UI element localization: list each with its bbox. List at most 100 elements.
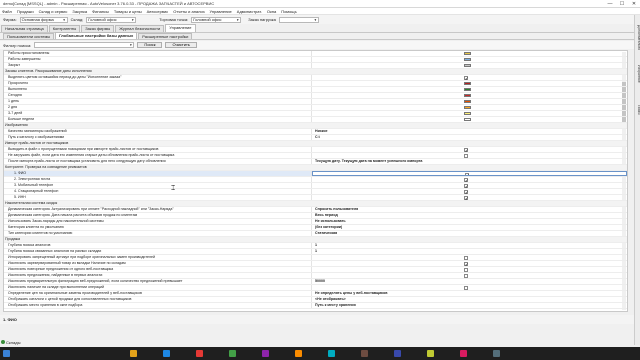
setting-value[interactable]: ✓ — [312, 177, 627, 182]
setting-value[interactable] — [312, 87, 627, 92]
color-swatch[interactable] — [464, 88, 471, 91]
menu-item[interactable]: Управление — [210, 9, 232, 14]
setting-value[interactable]: ✓ — [312, 261, 627, 266]
main-tab[interactable]: Контрагенты — [48, 25, 81, 32]
setting-value[interactable]: Путь к месту хранения — [312, 303, 627, 308]
setting-value[interactable]: Не определять цены у веб-поставщиков — [312, 291, 627, 296]
setting-value[interactable] — [312, 111, 627, 116]
setting-checkbox[interactable] — [464, 153, 468, 158]
setting-value[interactable] — [312, 105, 627, 110]
setting-checkbox[interactable]: ✓ — [465, 172, 469, 175]
point-select[interactable]: Головной офис ▼ — [191, 16, 242, 23]
setting-value[interactable]: 1 — [312, 249, 627, 254]
setting-value[interactable] — [312, 57, 627, 62]
taskbar-app-icon[interactable] — [196, 350, 203, 357]
color-swatch[interactable] — [464, 106, 471, 109]
office-select[interactable]: Головной офис ▼ — [86, 16, 137, 23]
setting-value[interactable]: C:\ — [312, 135, 627, 140]
setting-checkbox[interactable] — [464, 285, 468, 290]
setting-value[interactable] — [312, 117, 627, 122]
main-tab[interactable]: Начальная страница — [1, 25, 48, 32]
color-swatch[interactable] — [464, 118, 471, 121]
settings-tab[interactable]: Расширенные настройки — [138, 33, 193, 39]
setting-checkbox[interactable] — [464, 255, 468, 260]
setting-checkbox[interactable]: ✓ — [464, 189, 468, 194]
settings-row[interactable]: Отображать место хранения в окне подбора… — [4, 303, 627, 309]
filter-input[interactable]: ▼ — [34, 42, 135, 48]
menu-item[interactable]: Администрат. — [237, 9, 262, 14]
taskbar-app-icon[interactable] — [262, 350, 269, 357]
setting-value[interactable]: (без категории) — [312, 225, 627, 230]
menu-item[interactable]: Отчеты и анализ — [173, 9, 204, 14]
setting-checkbox[interactable]: ✓ — [464, 75, 468, 80]
taskbar-app-icon[interactable] — [229, 350, 236, 357]
setting-value[interactable] — [312, 267, 627, 272]
setting-value[interactable]: 50000 — [312, 279, 627, 284]
setting-value[interactable] — [312, 93, 627, 98]
setting-value[interactable] — [312, 51, 627, 56]
setting-checkbox[interactable]: ✓ — [464, 183, 468, 188]
setting-value[interactable]: Спросить пользователя — [312, 207, 627, 212]
taskbar-app-icon[interactable] — [427, 350, 434, 357]
color-swatch[interactable] — [464, 52, 471, 55]
side-panel-tab[interactable]: Дополнительно — [635, 25, 640, 50]
menu-item[interactable]: Помощь — [281, 9, 296, 14]
color-swatch[interactable] — [464, 100, 471, 103]
bottom-tab-warehouses[interactable]: Склады — [1, 339, 20, 345]
taskbar-app-icon[interactable] — [328, 350, 335, 357]
setting-value[interactable]: ✓ — [312, 171, 627, 176]
main-tab[interactable]: Управление — [165, 24, 196, 32]
setting-value[interactable]: Не использовать — [312, 219, 627, 224]
taskbar-app-icon[interactable] — [163, 350, 170, 357]
setting-value[interactable]: Низкое — [312, 129, 627, 134]
main-tab[interactable]: Журнал безопасности — [115, 25, 165, 32]
setting-value[interactable] — [312, 273, 627, 278]
menu-item[interactable]: Файл — [2, 9, 12, 14]
firm-select[interactable]: Основная фирма ▼ — [19, 16, 68, 23]
setting-value[interactable]: ✓ — [312, 147, 627, 152]
setting-checkbox[interactable] — [464, 273, 468, 278]
setting-value[interactable] — [312, 285, 627, 290]
menu-item[interactable]: Склад и сервис — [39, 9, 68, 14]
setting-value[interactable]: 1 — [312, 243, 627, 248]
setting-value[interactable] — [312, 63, 627, 68]
taskbar-app-icon[interactable] — [460, 350, 467, 357]
close-button[interactable]: ✕ — [628, 0, 640, 8]
taskbar-app-icon[interactable] — [295, 350, 302, 357]
setting-value[interactable] — [312, 255, 627, 260]
color-swatch[interactable] — [464, 94, 471, 97]
color-swatch[interactable] — [464, 82, 471, 85]
clear-button[interactable]: Очистить — [165, 42, 197, 48]
settings-tab[interactable]: Пользователи системы — [3, 33, 55, 39]
start-icon[interactable] — [3, 350, 10, 357]
side-panel-tab[interactable]: Избранное — [635, 65, 640, 83]
menu-item[interactable]: Финансы — [92, 9, 109, 14]
taskbar-app-icon[interactable] — [130, 350, 137, 357]
setting-value[interactable] — [312, 153, 627, 158]
setting-checkbox[interactable]: ✓ — [464, 177, 468, 182]
minimize-button[interactable]: — — [604, 0, 616, 8]
maximize-button[interactable]: ☐ — [616, 0, 628, 8]
setting-value[interactable] — [312, 81, 627, 86]
menu-item[interactable]: Продажи — [17, 9, 34, 14]
setting-value[interactable]: ✓ — [312, 195, 627, 200]
settings-tab[interactable]: Глобальные настройки базы данных — [55, 32, 138, 39]
taskbar-app-icon[interactable] — [493, 350, 500, 357]
setting-value[interactable]: Текущую дату. Текущую дата на момент усп… — [312, 159, 627, 164]
setting-value[interactable]: Статическая — [312, 231, 627, 236]
setting-value[interactable] — [312, 99, 627, 104]
color-swatch[interactable] — [464, 112, 471, 115]
main-tab[interactable]: Заказ фирмы — [81, 25, 115, 32]
setting-value[interactable]: ✓ — [312, 189, 627, 194]
setting-value[interactable]: <Не отображать> — [312, 297, 627, 302]
setting-checkbox[interactable]: ✓ — [464, 195, 468, 200]
menu-item[interactable]: Окна — [267, 9, 276, 14]
setting-checkbox[interactable] — [464, 267, 468, 272]
taskbar-app-icon[interactable] — [361, 350, 368, 357]
setting-value[interactable]: ✓ — [312, 183, 627, 188]
setting-checkbox[interactable]: ✓ — [464, 147, 468, 152]
setting-checkbox[interactable]: ✓ — [464, 261, 468, 266]
taskbar-app-icon[interactable] — [394, 350, 401, 357]
menu-item[interactable]: Автосервис — [147, 9, 169, 14]
color-swatch[interactable] — [464, 64, 471, 67]
